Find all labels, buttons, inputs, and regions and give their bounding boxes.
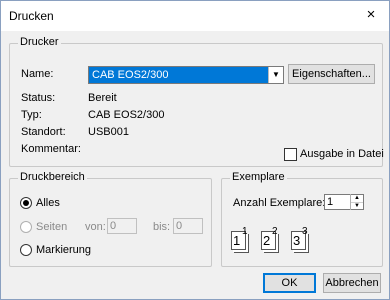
print-dialog: Drucken × Drucker Name: CAB EOS2/300 ▼ E… — [0, 0, 390, 300]
spin-down-icon[interactable]: ▼ — [351, 202, 363, 210]
copies-count-label: Anzahl Exemplare: — [233, 197, 326, 209]
properties-button-label: Eigenschaften... — [292, 68, 371, 80]
range-selection-radio[interactable] — [20, 244, 32, 256]
collate-number: 1 — [233, 233, 241, 248]
printer-group: Drucker Name: CAB EOS2/300 ▼ Eigenschaft… — [9, 36, 384, 167]
ok-button-label: OK — [281, 277, 298, 289]
print-range-legend: Druckbereich — [18, 171, 87, 183]
collate-number: 2 — [263, 233, 271, 248]
status-label: Status: — [21, 92, 56, 104]
range-pages-label[interactable]: Seiten — [36, 221, 67, 233]
collate-number: 2 — [272, 226, 278, 237]
collate-number: 3 — [302, 226, 308, 237]
range-all-label[interactable]: Alles — [36, 197, 60, 209]
comment-label: Kommentar: — [21, 143, 81, 155]
properties-button[interactable]: Eigenschaften... — [288, 64, 375, 84]
close-icon[interactable]: × — [353, 1, 389, 31]
window-title: Drucken — [9, 9, 54, 23]
collate-number: 3 — [293, 233, 301, 248]
printer-group-legend: Drucker — [18, 36, 61, 48]
location-label: Standort: — [21, 126, 66, 138]
type-value: CAB EOS2/300 — [88, 109, 165, 121]
collate-number: 1 — [242, 226, 248, 237]
range-selection-label[interactable]: Markierung — [36, 244, 91, 256]
range-all-radio[interactable] — [20, 197, 32, 209]
title-bar: Drucken × — [1, 1, 389, 31]
copies-count-value: 1 — [327, 196, 334, 208]
printer-name-select[interactable]: CAB EOS2/300 ▼ — [88, 66, 284, 84]
chevron-down-icon[interactable]: ▼ — [268, 67, 283, 83]
location-value: USB001 — [88, 126, 129, 138]
printer-name-label: Name: — [21, 68, 54, 80]
printer-name-value: CAB EOS2/300 — [89, 67, 271, 83]
from-input[interactable]: 0 — [107, 218, 137, 234]
ok-button[interactable]: OK — [263, 273, 316, 293]
print-to-file-label[interactable]: Ausgabe in Datei — [300, 148, 384, 160]
to-label: bis: — [153, 221, 171, 233]
cancel-button[interactable]: Abbrechen — [323, 273, 381, 293]
to-input[interactable]: 0 — [173, 218, 203, 234]
copies-group: Exemplare Anzahl Exemplare: 1 ▲ ▼ 1 1 2 … — [221, 171, 383, 267]
range-pages-radio[interactable] — [20, 221, 32, 233]
status-value: Bereit — [88, 92, 117, 104]
type-label: Typ: — [21, 109, 42, 121]
copies-legend: Exemplare — [230, 171, 287, 183]
print-range-group: Druckbereich Alles Seiten von: 0 bis: 0 … — [9, 171, 212, 267]
cancel-button-label: Abbrechen — [325, 277, 379, 289]
print-to-file-checkbox[interactable] — [284, 148, 297, 161]
copies-count-input[interactable]: 1 ▲ ▼ — [324, 194, 364, 210]
collate-illustration-icon: 1 1 2 2 3 3 — [231, 223, 361, 253]
copies-spinner[interactable]: ▲ ▼ — [350, 194, 363, 210]
from-label: von: — [85, 221, 106, 233]
